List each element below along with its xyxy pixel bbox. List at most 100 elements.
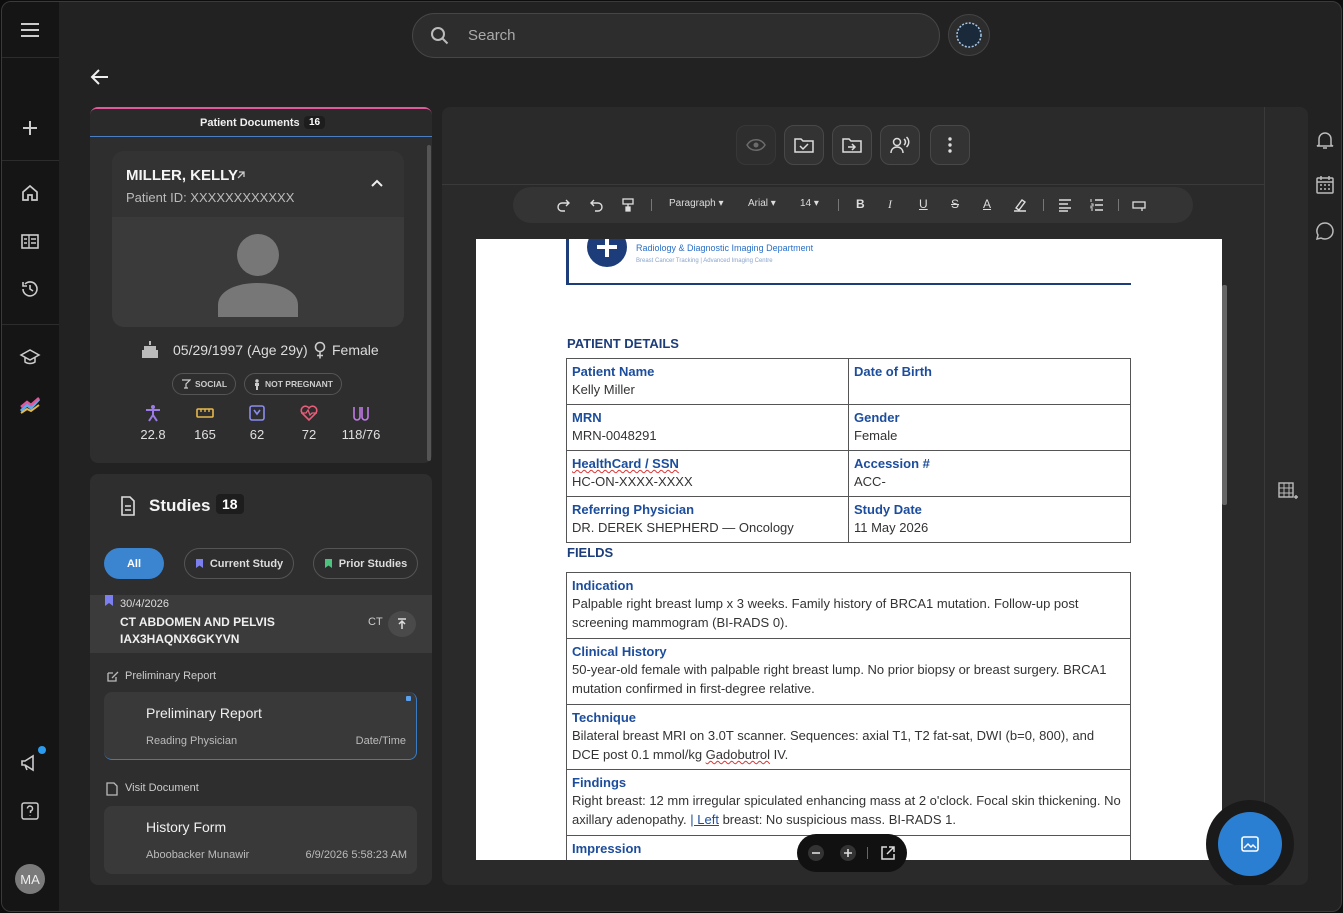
patient-documents-panel: Patient Documents 16 MILLER, KELLY Patie… [90, 107, 432, 463]
pregnancy-chip[interactable]: NOT PREGNANT [244, 373, 342, 395]
text-color-button[interactable]: A [983, 197, 991, 211]
accession-value[interactable]: ACC- [854, 472, 1125, 491]
image-viewer-button[interactable] [1218, 812, 1282, 876]
fields-heading: FIELDS [567, 545, 614, 560]
patient-documents-header[interactable]: Patient Documents 16 [90, 109, 432, 137]
studies-panel: Studies 18 All Current Study Prior Studi… [90, 474, 432, 885]
vital-heart-rate-value: 72 [301, 427, 317, 442]
study-modality: CT [368, 616, 383, 628]
chevron-up-icon[interactable] [370, 178, 384, 188]
preliminary-report-title: Preliminary Report [146, 705, 262, 721]
menu-icon[interactable] [16, 16, 44, 44]
cocktail-icon [182, 379, 191, 389]
clinical-history-value[interactable]: 50-year-old female with palpable right b… [572, 660, 1125, 698]
history-form-datetime: 6/9/2026 5:58:23 AM [305, 849, 407, 861]
patient-name-value[interactable]: Kelly Miller [572, 380, 843, 399]
study-date-value[interactable]: 11 May 2026 [854, 518, 1125, 537]
dictation-button[interactable] [880, 125, 920, 165]
healthcard-value[interactable]: HC-ON-XXXX-XXXX [572, 472, 843, 491]
help-icon[interactable] [16, 797, 44, 825]
preliminary-report-card[interactable]: Preliminary Report Reading Physician Dat… [104, 692, 417, 760]
worklist-icon[interactable] [16, 227, 44, 255]
app-window: MA Search Patient Documents 16 MILLER, K… [1, 1, 1342, 912]
gender-value[interactable]: Female [854, 426, 1125, 445]
user-avatar[interactable]: MA [15, 864, 45, 894]
social-chip[interactable]: SOCIAL [172, 373, 237, 395]
open-external-icon[interactable] [880, 845, 896, 861]
paragraph-style-select[interactable]: Paragraph ▾ [669, 198, 724, 209]
home-icon[interactable] [16, 179, 44, 207]
tab-prior-studies[interactable]: Prior Studies [313, 548, 418, 579]
calendar-icon[interactable] [1315, 175, 1335, 195]
preview-button[interactable] [736, 125, 776, 165]
history-icon[interactable] [16, 275, 44, 303]
highlight-icon[interactable] [1013, 198, 1027, 212]
paint-format-icon[interactable] [621, 198, 635, 212]
gender-label: Gender [854, 410, 900, 425]
move-to-folder-button[interactable] [832, 125, 872, 165]
analytics-icon[interactable] [16, 391, 44, 419]
tab-all[interactable]: All [104, 548, 164, 579]
insert-field-icon[interactable] [1132, 198, 1146, 212]
strikethrough-button[interactable]: S [951, 197, 959, 211]
clinical-history-label: Clinical History [572, 644, 667, 659]
technique-label: Technique [572, 710, 637, 725]
italic-button[interactable]: I [888, 197, 892, 212]
report-document-page[interactable]: Radiology & Diagnostic Imaging Departmen… [476, 239, 1222, 860]
patient-panel-scrollbar[interactable] [427, 145, 431, 461]
external-link-icon[interactable] [236, 170, 246, 180]
ai-assistant-button[interactable] [948, 14, 990, 56]
assistant-ring-icon [956, 22, 982, 48]
numbered-list-icon[interactable] [1090, 198, 1104, 212]
indication-label: Indication [572, 578, 634, 593]
findings-value[interactable]: Right breast: 12 mm irregular spiculated… [572, 791, 1125, 829]
notifications-bell-icon[interactable] [1315, 130, 1335, 150]
patient-name-label: Patient Name [572, 364, 655, 379]
patient-documents-title: Patient Documents [200, 117, 300, 129]
folder-move-icon [842, 138, 862, 153]
education-icon[interactable] [16, 343, 44, 371]
underline-button[interactable]: U [919, 197, 928, 211]
history-form-card[interactable]: History Form Aboobacker Munawir 6/9/2026… [104, 806, 417, 874]
indication-value[interactable]: Palpable right breast lump x 3 weeks. Fa… [572, 594, 1125, 632]
technique-text-end: IV. [769, 747, 789, 762]
edit-icon [107, 671, 119, 682]
technique-value[interactable]: Bilateral breast MRI on 3.0T scanner. Se… [572, 726, 1125, 764]
bookmark-icon [195, 559, 203, 568]
mrn-value[interactable]: MRN-0048291 [572, 426, 843, 445]
bold-button[interactable]: B [856, 197, 865, 211]
font-size-select[interactable]: 14 ▾ [800, 198, 819, 209]
announcements-icon[interactable] [16, 746, 46, 777]
current-study-row[interactable]: 30/4/2026 CT ABDOMEN AND PELVIS IAX3HAQN… [90, 595, 432, 653]
document-scrollbar[interactable] [1222, 285, 1227, 505]
tab-current-study[interactable]: Current Study [184, 548, 294, 579]
approve-folder-button[interactable] [784, 125, 824, 165]
zoom-out-icon[interactable] [807, 844, 825, 862]
patient-details-table: Patient Name Kelly Miller Date of Birth M… [566, 358, 1131, 543]
patient-name[interactable]: MILLER, KELLY [126, 167, 238, 184]
blood-pressure-icon [353, 407, 369, 421]
add-icon[interactable] [16, 114, 44, 142]
search-bar[interactable]: Search [412, 13, 940, 58]
more-options-button[interactable] [930, 125, 970, 165]
patient-card: MILLER, KELLY Patient ID: XXXXXXXXXXXX [112, 151, 404, 327]
chat-icon[interactable] [1315, 221, 1335, 241]
back-arrow-icon[interactable] [90, 68, 110, 86]
upload-study-button[interactable] [388, 611, 416, 637]
search-input[interactable]: Search [468, 27, 516, 44]
zoom-in-icon[interactable] [839, 844, 857, 862]
zoom-divider [867, 847, 868, 859]
bookmark-icon [105, 595, 113, 606]
notification-dot [38, 746, 46, 754]
vital-blood-pressure-value: 118/76 [341, 427, 381, 442]
redo-icon[interactable] [557, 198, 571, 212]
patient-photo-placeholder-icon [218, 234, 298, 317]
undo-icon[interactable] [589, 198, 603, 212]
align-left-icon[interactable] [1058, 198, 1072, 212]
female-icon [314, 341, 326, 359]
referring-physician-value[interactable]: DR. DEREK SHEPHERD — Oncology [572, 518, 843, 537]
insert-table-icon[interactable] [1278, 482, 1298, 502]
font-family-select[interactable]: Arial ▾ [748, 198, 776, 209]
department-name: Radiology & Diagnostic Imaging Departmen… [636, 243, 814, 253]
technique-text: Bilateral breast MRI on 3.0T scanner. Se… [572, 728, 1095, 762]
